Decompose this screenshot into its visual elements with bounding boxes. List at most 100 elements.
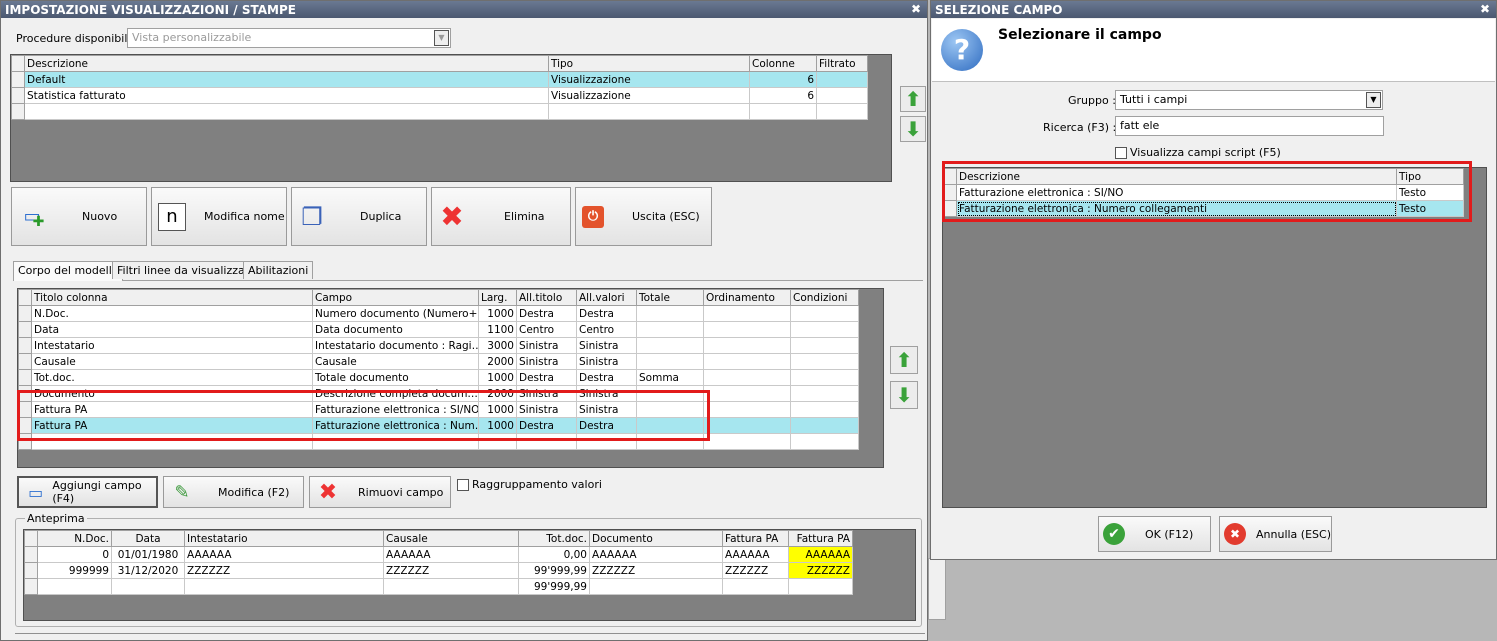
cell[interactable]: AAAAAA [589, 546, 723, 563]
col-header[interactable]: Larg. [478, 289, 517, 306]
cell[interactable] [790, 369, 859, 386]
cell[interactable]: Sinistra [576, 353, 637, 370]
cell[interactable] [636, 433, 704, 450]
annulla-button[interactable]: ✖ Annulla (ESC) [1219, 516, 1332, 552]
row-indicator[interactable] [18, 369, 32, 386]
cell[interactable]: ZZZZZZ [722, 562, 789, 579]
cell[interactable]: Fatturazione elettronica : Numero colleg… [956, 200, 1397, 217]
cell[interactable]: 0,00 [518, 546, 590, 563]
cell[interactable]: Data documento [312, 321, 479, 338]
col-header[interactable]: Condizioni [790, 289, 859, 306]
cell[interactable]: Destra [576, 369, 637, 386]
row-indicator[interactable] [24, 562, 38, 579]
cell[interactable]: Destra [516, 417, 577, 434]
cell[interactable]: Fattura PA [31, 401, 313, 418]
row-indicator[interactable] [18, 337, 32, 354]
cell[interactable] [111, 578, 185, 595]
col-header[interactable]: Descrizione [24, 55, 549, 72]
cell[interactable] [636, 385, 704, 402]
cell[interactable] [703, 433, 791, 450]
cell[interactable]: Default [24, 71, 549, 88]
cell[interactable]: Somma [636, 369, 704, 386]
modifica-nome-button[interactable]: n Modifica nome [151, 187, 287, 246]
cell[interactable]: Sinistra [516, 353, 577, 370]
aggiungi-campo-button[interactable]: ▭ Aggiungi campo (F4) [17, 476, 158, 508]
table-row[interactable]: Default Visualizzazione 6 [11, 71, 868, 88]
table-row[interactable]: 99'999,99 [24, 578, 853, 595]
results-grid[interactable]: Descrizione Tipo Fatturazione elettronic… [942, 167, 1487, 508]
procedure-select[interactable]: Vista personalizzabile ▼ [127, 28, 451, 48]
col-header[interactable]: All.titolo [516, 289, 577, 306]
table-row[interactable]: Fatturazione elettronica : SI/NO Testo [943, 184, 1464, 201]
cell[interactable] [37, 578, 112, 595]
cell[interactable]: 1000 [478, 417, 517, 434]
checkbox-box[interactable] [457, 479, 469, 491]
row-indicator[interactable] [24, 578, 38, 595]
cell[interactable]: Destra [516, 305, 577, 322]
cell[interactable]: Visualizzazione [548, 87, 750, 104]
cell[interactable] [31, 433, 313, 450]
table-row[interactable]: Causale Causale 2000 Sinistra Sinistra [18, 353, 859, 370]
cell[interactable] [636, 305, 704, 322]
move-down-button[interactable]: ⬇ [900, 116, 926, 142]
cell[interactable]: N.Doc. [31, 305, 313, 322]
cell[interactable]: Sinistra [576, 401, 637, 418]
cell[interactable] [722, 578, 789, 595]
row-indicator[interactable] [18, 305, 32, 322]
cell[interactable]: 999999 [37, 562, 112, 579]
cell[interactable] [790, 305, 859, 322]
column-up-button[interactable]: ⬆ [890, 346, 918, 374]
col-header[interactable]: Campo [312, 289, 479, 306]
cell[interactable]: Numero documento (Numero+… [312, 305, 479, 322]
table-row[interactable]: Statistica fatturato Visualizzazione 6 [11, 87, 868, 104]
table-row[interactable] [11, 103, 868, 120]
table-row[interactable]: 999999 31/12/2020 ZZZZZZ ZZZZZZ 99'999,99 ZZZ… [24, 562, 853, 579]
gruppo-select[interactable]: Tutti i campi ▼ [1115, 90, 1383, 110]
cell[interactable] [703, 401, 791, 418]
chevron-down-icon[interactable]: ▼ [434, 30, 449, 46]
cell[interactable]: Destra [576, 417, 637, 434]
raggruppamento-checkbox[interactable]: Raggruppamento valori [457, 478, 602, 491]
table-row[interactable]: Documento Descrizione completa docum… 2000… [18, 385, 859, 402]
cell[interactable]: Fatturazione elettronica : SI/NO [312, 401, 479, 418]
cell[interactable]: 2000 [478, 385, 517, 402]
cell[interactable]: Intestatario documento : Ragi… [312, 337, 479, 354]
cell[interactable] [636, 417, 704, 434]
table-row[interactable]: 0 01/01/1980 AAAAAA AAAAAA 0,00 AAAAAA AAAAAA A… [24, 546, 853, 563]
table-row[interactable]: Fattura PA Fatturazione elettronica : Num… [18, 417, 859, 434]
row-indicator[interactable] [18, 353, 32, 370]
modifica-button[interactable]: ✎ Modifica (F2) [163, 476, 304, 508]
cell[interactable]: AAAAAA [383, 546, 519, 563]
cell[interactable]: Fatturazione elettronica : SI/NO [956, 184, 1397, 201]
cell[interactable] [703, 353, 791, 370]
col-header[interactable]: Colonne [749, 55, 817, 72]
cell[interactable]: 6 [749, 87, 817, 104]
cell[interactable]: 6 [749, 71, 817, 88]
cell[interactable]: 31/12/2020 [111, 562, 185, 579]
cell[interactable]: AAAAAA [722, 546, 789, 563]
column-down-button[interactable]: ⬇ [890, 381, 918, 409]
cell[interactable] [788, 578, 853, 595]
cell[interactable]: Fattura PA [31, 417, 313, 434]
cell[interactable]: Sinistra [516, 401, 577, 418]
uscita-button[interactable]: ⏻ Uscita (ESC) [575, 187, 712, 246]
preview-grid[interactable]: N.Doc. Data Intestatario Causale Tot.doc… [23, 529, 916, 621]
cell[interactable]: 1000 [478, 401, 517, 418]
cell[interactable]: Sinistra [516, 337, 577, 354]
col-header[interactable]: Descrizione [956, 168, 1397, 185]
cell[interactable] [636, 401, 704, 418]
row-indicator[interactable] [18, 321, 32, 338]
cell[interactable] [790, 337, 859, 354]
table-row[interactable]: Fattura PA Fatturazione elettronica : SI/… [18, 401, 859, 418]
cell[interactable] [636, 337, 704, 354]
cell[interactable]: Testo [1396, 184, 1464, 201]
cell[interactable] [636, 321, 704, 338]
table-row[interactable]: Fatturazione elettronica : Numero colleg… [943, 200, 1464, 217]
table-row[interactable]: N.Doc. Numero documento (Numero+… 1000 Dest… [18, 305, 859, 322]
cell[interactable]: Destra [576, 305, 637, 322]
ok-button[interactable]: ✔ OK (F12) [1098, 516, 1211, 552]
cell[interactable]: ZZZZZZ [589, 562, 723, 579]
cell[interactable] [790, 433, 859, 450]
cell[interactable] [790, 417, 859, 434]
cell[interactable] [790, 401, 859, 418]
